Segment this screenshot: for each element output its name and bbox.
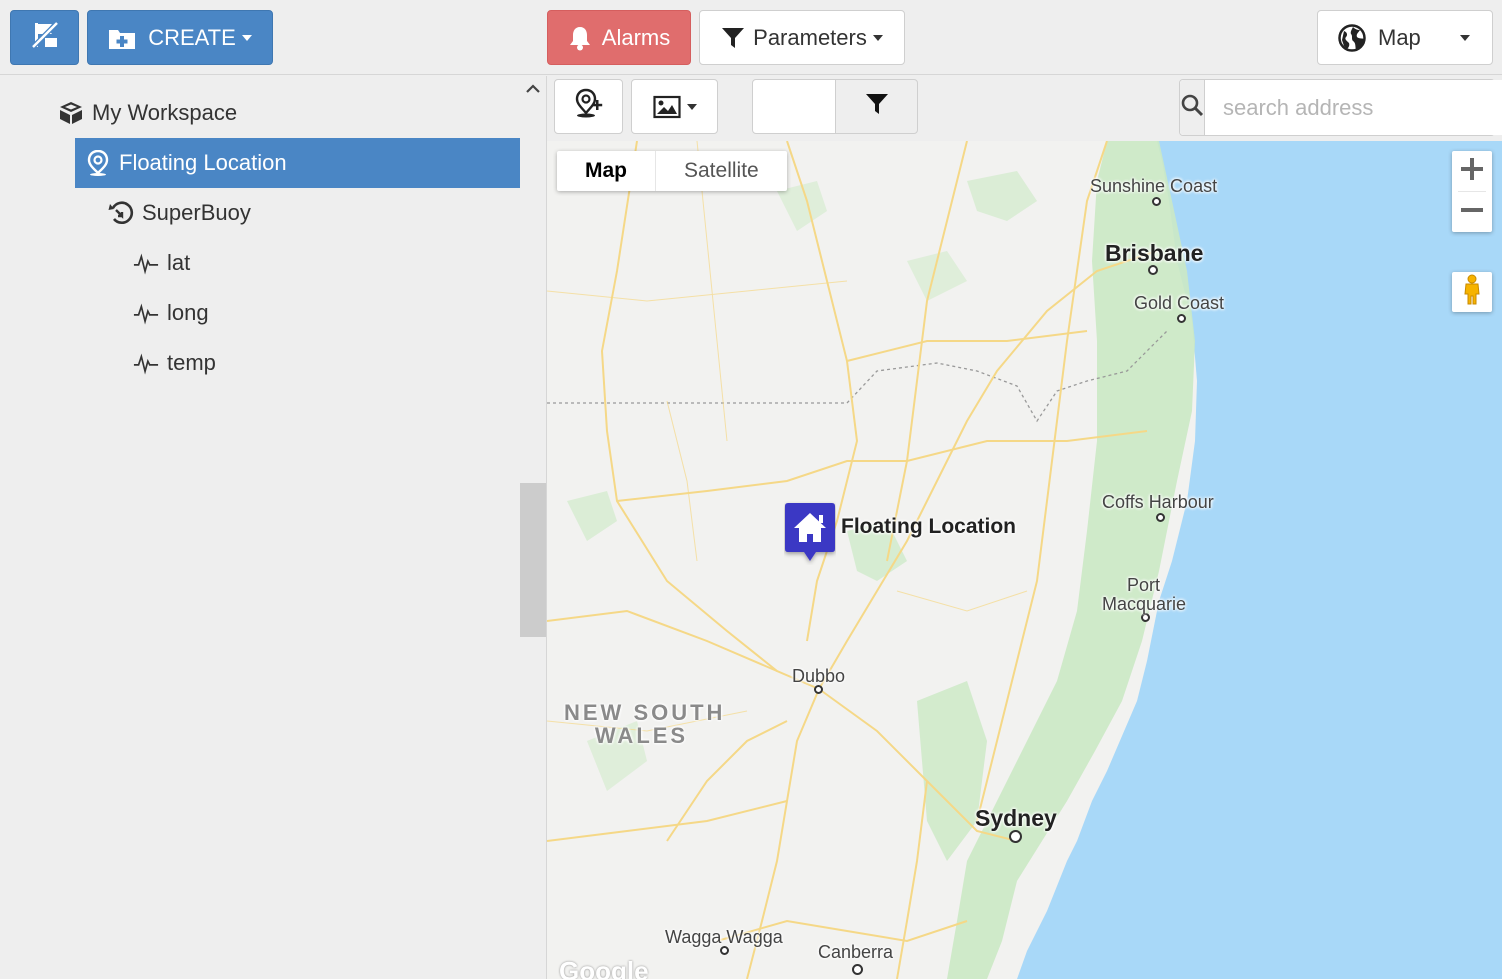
home-icon — [784, 503, 836, 569]
device-icon — [108, 200, 134, 226]
pulse-icon — [133, 250, 159, 276]
tree-item-label: long — [167, 300, 209, 325]
map-type-map-button[interactable]: Map — [557, 151, 655, 191]
tree-item-temp[interactable]: temp — [133, 339, 513, 387]
tree-item-my-workspace[interactable]: My Workspace — [58, 89, 498, 137]
alarms-button[interactable]: Alarms — [547, 10, 691, 65]
create-label: CREATE — [148, 24, 236, 50]
city-label-sunshine-coast: Sunshine Coast — [1090, 176, 1218, 196]
zoom-out-button[interactable] — [1452, 192, 1492, 232]
city-dot — [1152, 197, 1161, 206]
street-view-pegman[interactable] — [1452, 272, 1492, 312]
city-label-sydney: Sydney — [975, 805, 1057, 831]
city-dot — [1177, 314, 1186, 323]
plus-icon — [1460, 157, 1484, 186]
map-view[interactable]: Map Satellite Sunshine Coast Brisbane Go… — [547, 141, 1502, 979]
chevron-down-icon — [241, 34, 252, 41]
map-toolbar — [547, 76, 1502, 141]
city-label-port-macquarie-2: Macquarie — [1102, 594, 1187, 614]
city-dot — [1156, 513, 1165, 522]
city-label-wagga-wagga: Wagga Wagga — [665, 927, 783, 947]
chevron-down-icon — [1460, 35, 1470, 41]
google-attribution: Google — [559, 956, 649, 979]
map-pin-plus-icon — [573, 88, 605, 125]
marker-label: Floating Location — [841, 515, 1016, 538]
map-base-layer — [547, 141, 1502, 979]
flag-slash-icon — [30, 20, 60, 56]
top-toolbar: CREATE Alarms Parameters Map — [0, 0, 1502, 75]
add-location-button[interactable] — [554, 79, 623, 134]
filter-icon — [864, 92, 890, 121]
state-label-line2: WALES — [594, 723, 689, 748]
search-button[interactable] — [1180, 80, 1205, 135]
tree-item-superbuoy[interactable]: SuperBuoy — [108, 189, 508, 237]
toggle-sidebar-button[interactable] — [10, 10, 79, 65]
city-label-port-macquarie: Port — [1127, 575, 1161, 595]
parameters-button[interactable]: Parameters — [699, 10, 905, 65]
tree-item-lat[interactable]: lat — [133, 239, 513, 287]
image-icon — [652, 95, 681, 119]
tree-item-label: SuperBuoy — [142, 200, 251, 225]
tree-item-label: temp — [167, 350, 216, 375]
bell-icon — [568, 25, 592, 51]
globe-icon — [1338, 23, 1366, 52]
folder-plus-icon — [108, 26, 136, 50]
tree-item-label: Floating Location — [119, 150, 287, 175]
scrollbar-thumb[interactable] — [520, 483, 546, 637]
floating-location-marker[interactable] — [784, 501, 836, 565]
city-label-canberra: Canberra — [818, 942, 894, 962]
filter-icon — [721, 26, 745, 50]
pulse-icon — [133, 300, 159, 326]
workspace-tree: My Workspace Floating Location SuperBuoy… — [0, 76, 546, 979]
city-label-brisbane: Brisbane — [1105, 240, 1204, 266]
tree-item-label: lat — [167, 250, 191, 275]
city-label-dubbo: Dubbo — [792, 666, 846, 686]
zoom-in-button[interactable] — [1452, 151, 1492, 191]
minus-icon — [1460, 198, 1484, 227]
state-label-line1: NEW SOUTH — [564, 700, 726, 725]
map-pin-icon — [85, 150, 111, 176]
image-menu-button[interactable] — [631, 79, 718, 134]
filter-toggle-button[interactable] — [835, 79, 918, 134]
view-label: Map — [1378, 24, 1421, 50]
map-type-satellite-button[interactable]: Satellite — [655, 151, 787, 191]
pegman-icon — [1462, 274, 1482, 311]
tree-item-floating-location[interactable]: Floating Location — [75, 138, 520, 188]
state-label: NEW SOUTH WALES — [564, 701, 722, 748]
map-type-control: Map Satellite — [557, 151, 787, 191]
boxes-icon — [58, 100, 84, 126]
tree-item-long[interactable]: long — [133, 289, 513, 337]
city-dot — [852, 964, 863, 975]
create-button[interactable]: CREATE — [87, 10, 273, 65]
search-icon — [1180, 93, 1204, 122]
chevron-down-icon — [872, 34, 883, 41]
address-search — [1179, 79, 1502, 136]
filter-value-box[interactable] — [752, 79, 836, 134]
chevron-down-icon — [686, 103, 697, 110]
pulse-icon — [133, 350, 159, 376]
alarms-label: Alarms — [601, 24, 671, 50]
parameters-label: Parameters — [753, 24, 867, 50]
view-select[interactable]: Map — [1317, 10, 1493, 65]
city-label-gold-coast: Gold Coast — [1134, 293, 1225, 313]
search-address-input[interactable] — [1205, 80, 1502, 135]
tree-item-label: My Workspace — [92, 100, 238, 125]
scroll-up-arrow[interactable] — [524, 80, 542, 98]
zoom-control — [1452, 151, 1492, 232]
city-label-coffs-harbour: Coffs Harbour — [1102, 492, 1214, 512]
